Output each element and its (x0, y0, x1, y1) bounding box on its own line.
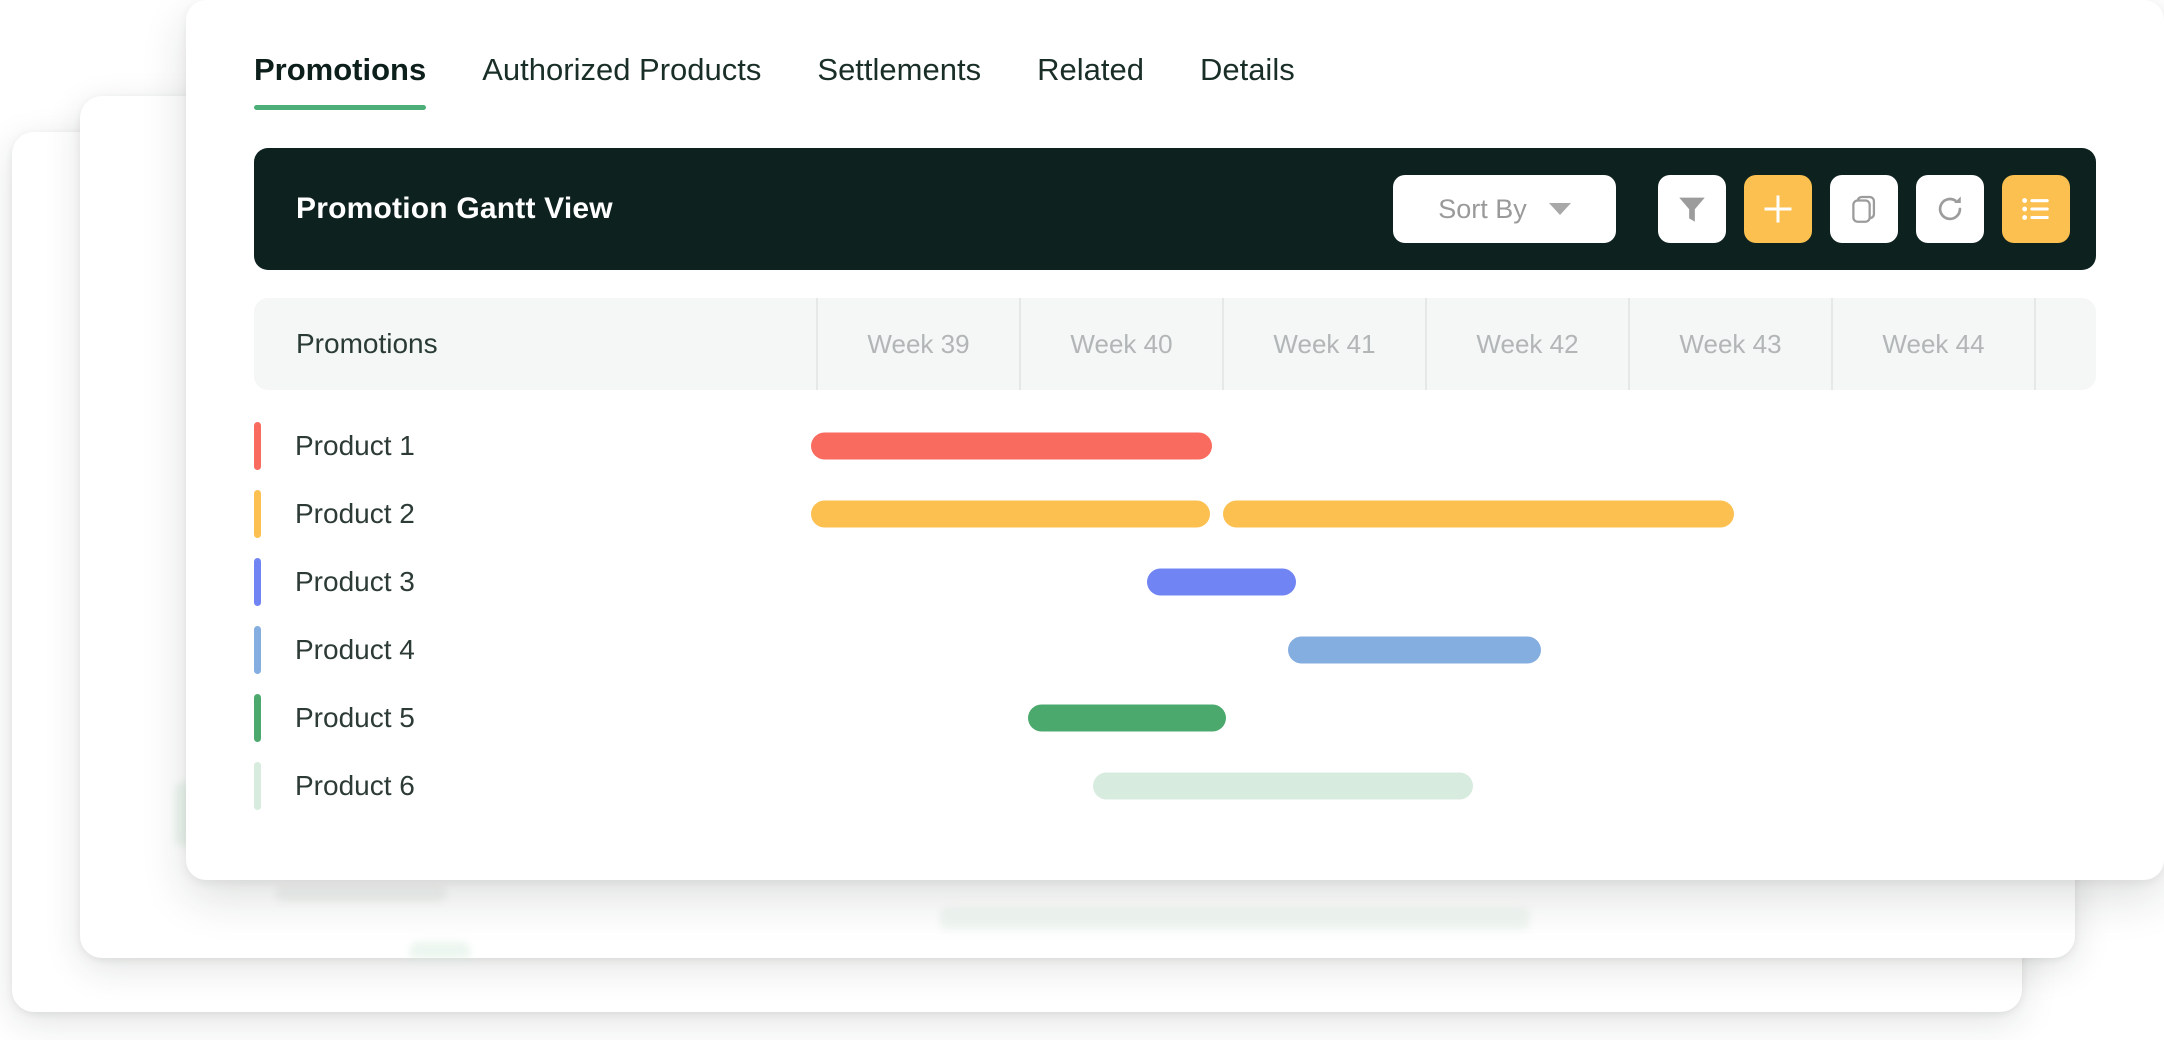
gantt-header-row: Promotions Week 39 Week 40 Week 41 Week … (254, 298, 2096, 390)
gantt-rows: Product 1 Product 2 Product 3 Product 4 Prod… (254, 412, 2096, 820)
chevron-down-icon (1548, 203, 1571, 215)
gantt-bar[interactable] (1223, 500, 1734, 528)
gantt-header-first-column: Promotions (296, 328, 438, 359)
sort-by-label: Sort By (1438, 193, 1527, 224)
duplicate-icon (1847, 192, 1881, 226)
filter-icon (1675, 192, 1709, 226)
gantt-row[interactable]: Product 3 (254, 548, 2096, 616)
gantt-row[interactable]: Product 2 (254, 480, 2096, 548)
add-button[interactable] (1744, 175, 1812, 243)
tab-promotions[interactable]: Promotions (254, 52, 427, 110)
row-color-marker (254, 558, 261, 606)
gantt-track (774, 684, 2096, 752)
sort-by-dropdown[interactable]: Sort By (1393, 175, 1616, 243)
row-label: Product 5 (295, 702, 415, 733)
tab-details-label: Details (1199, 52, 1295, 87)
week-column-header: Week 40 (1019, 298, 1222, 390)
gantt-track (774, 752, 2096, 820)
gantt-track (774, 480, 2096, 548)
gantt-bar[interactable] (811, 500, 1211, 528)
week-column-header: Week 42 (1425, 298, 1628, 390)
row-label: Product 2 (295, 498, 415, 529)
row-color-marker (254, 694, 261, 742)
list-view-button[interactable] (2002, 175, 2070, 243)
tab-settlements-label: Settlements (817, 52, 982, 87)
week-column-header: Week 44 (1831, 298, 2034, 390)
filter-button[interactable] (1658, 175, 1726, 243)
gantt-track (774, 412, 2096, 480)
row-label: Product 4 (295, 634, 415, 665)
gantt-row[interactable]: Product 5 (254, 684, 2096, 752)
row-label: Product 3 (295, 566, 415, 597)
week-column-header: Week 43 (1628, 298, 1831, 390)
week-column-header-spacer (2034, 298, 2096, 390)
row-label: Product 6 (295, 770, 415, 801)
week-column-header: Week 39 (816, 298, 1019, 390)
row-color-marker (254, 490, 261, 538)
promotion-gantt-card: Promotions Authorized Products Settlemen… (186, 0, 2164, 880)
tab-authorized-products[interactable]: Authorized Products (482, 52, 761, 110)
tab-authorized-products-label: Authorized Products (482, 52, 762, 87)
gantt-row[interactable]: Product 6 (254, 752, 2096, 820)
week-column-header: Week 41 (1222, 298, 1425, 390)
gantt-bar[interactable] (1288, 636, 1541, 664)
refresh-button[interactable] (1916, 175, 1984, 243)
tab-details[interactable]: Details (1200, 52, 1295, 110)
gantt-track (774, 616, 2096, 684)
panel-title: Promotion Gantt View (296, 192, 613, 225)
tab-bar: Promotions Authorized Products Settlemen… (186, 0, 2164, 110)
duplicate-button[interactable] (1830, 175, 1898, 243)
gantt-track (774, 548, 2096, 616)
row-color-marker (254, 422, 261, 470)
gantt-bar[interactable] (1092, 772, 1474, 800)
tab-related[interactable]: Related (1037, 52, 1144, 110)
toolbar-actions: Sort By (1393, 175, 2070, 243)
row-color-marker (254, 626, 261, 674)
tab-promotions-label: Promotions (254, 52, 427, 87)
tab-settlements[interactable]: Settlements (817, 52, 981, 110)
row-color-marker (254, 762, 261, 810)
gantt-bar[interactable] (811, 432, 1212, 460)
gantt-row[interactable]: Product 1 (254, 412, 2096, 480)
row-label: Product 1 (295, 430, 415, 461)
tab-related-label: Related (1037, 52, 1144, 87)
refresh-icon (1933, 192, 1967, 226)
gantt-bar[interactable] (1027, 704, 1227, 732)
list-view-icon (2019, 192, 2053, 226)
gantt-toolbar: Promotion Gantt View Sort By (254, 148, 2096, 270)
gantt-bar[interactable] (1146, 568, 1297, 596)
add-icon (1760, 191, 1796, 227)
gantt-row[interactable]: Product 4 (254, 616, 2096, 684)
